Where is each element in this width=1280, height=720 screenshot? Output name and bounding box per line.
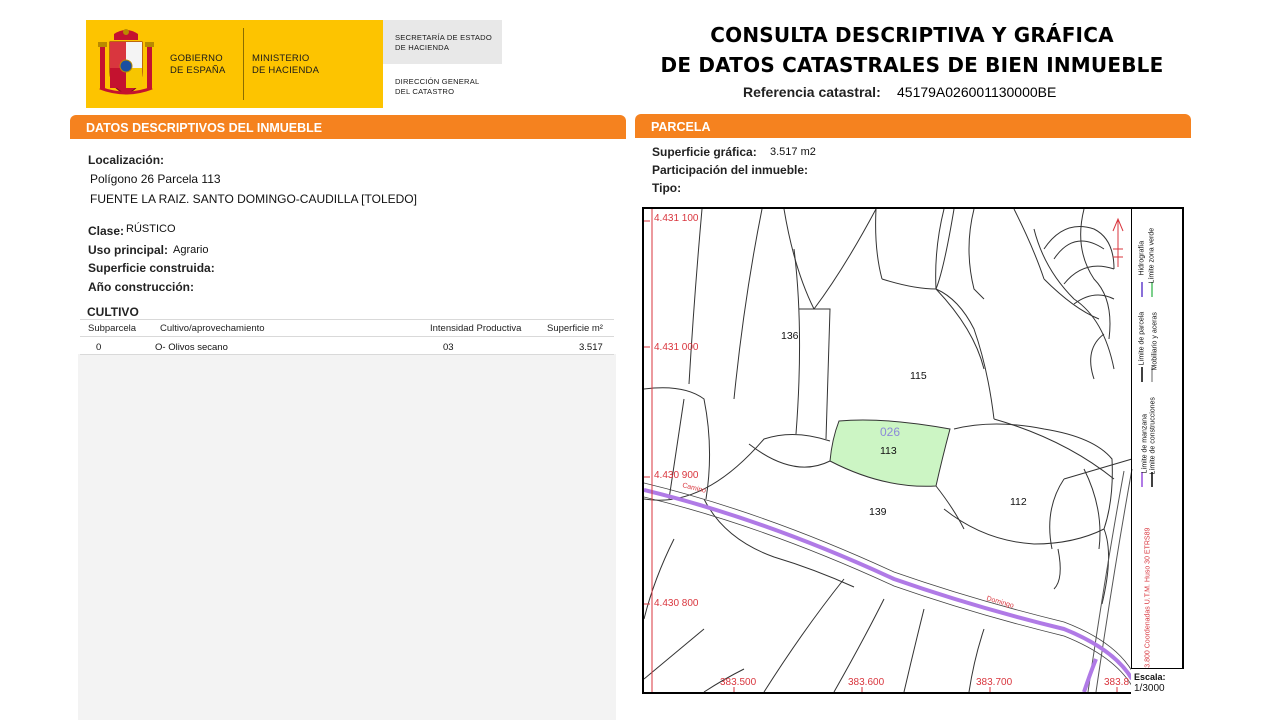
title-line2: DE DATOS CATASTRALES DE BIEN INMUEBLE bbox=[660, 53, 1164, 77]
y-coord-4: 4.430 800 bbox=[654, 598, 699, 609]
col-intensidad: Intensidad Productiva bbox=[430, 323, 522, 334]
y-coord-1: 4.431 100 bbox=[654, 213, 699, 224]
cultivo-header-rule bbox=[80, 336, 614, 337]
participacion-label: Participación del inmueble: bbox=[652, 163, 809, 177]
referencia-row: Referencia catastral: 45179A026001130000… bbox=[743, 84, 1056, 100]
localizacion-line2: FUENTE LA RAIZ. SANTO DOMINGO-CAUDILLA [… bbox=[90, 192, 417, 206]
logo-divider bbox=[243, 28, 244, 100]
section-header-parcela: PARCELA bbox=[635, 114, 1191, 138]
legend-limite-construcciones: Límite de construcciones bbox=[1149, 397, 1157, 475]
logo-gobierno-line2: DE ESPAÑA bbox=[170, 65, 226, 76]
parcel-label-113[interactable]: 113 bbox=[880, 445, 897, 457]
superficie-construida-label: Superficie construida: bbox=[88, 261, 215, 275]
section-rule-parcela bbox=[635, 136, 1191, 138]
logo-ministerio-line2: DE HACIENDA bbox=[252, 65, 320, 76]
logo-direccion-line1: DIRECCIÓN GENERAL bbox=[395, 77, 480, 86]
logo-secretaria-line1: SECRETARÍA DE ESTADO bbox=[395, 33, 492, 42]
parcel-label-112[interactable]: 112 bbox=[1010, 496, 1027, 508]
cultivo-top-rule bbox=[80, 319, 614, 320]
row-subparcela: 0 bbox=[96, 342, 102, 353]
clase-value: RÚSTICO bbox=[126, 223, 176, 235]
x-coord-2: 383.600 bbox=[848, 677, 885, 688]
tipo-label: Tipo: bbox=[652, 181, 682, 195]
legend-mobiliario: Mobiliario y aceras bbox=[1151, 312, 1159, 371]
legend-limite-manzana: Límite de manzana bbox=[1141, 413, 1149, 474]
parcel-label-139[interactable]: 139 bbox=[869, 506, 887, 518]
section-rule-datos bbox=[70, 137, 626, 139]
title-line1: CONSULTA DESCRIPTIVA Y GRÁFICA bbox=[710, 23, 1114, 47]
x-coord-1: 383.500 bbox=[720, 677, 757, 688]
x-coord-4: 383.8 bbox=[1104, 677, 1130, 688]
col-cultivo: Cultivo/aprovechamiento bbox=[160, 323, 265, 334]
legend-zona-verde: Límite zona verde bbox=[1148, 227, 1156, 284]
uso-principal-value: Agrario bbox=[173, 244, 209, 256]
camino-road bbox=[644, 488, 1134, 681]
cultivo-title: CULTIVO bbox=[87, 305, 139, 319]
legend-limite-parcela: Límite de parcela bbox=[1138, 311, 1146, 366]
clase-label: Clase: bbox=[88, 224, 125, 238]
y-coord-3: 4.430 900 bbox=[654, 470, 699, 481]
row-superficie: 3.517 bbox=[579, 342, 603, 353]
logo-direccion-line2: DEL CATASTRO bbox=[395, 87, 455, 96]
gobierno-logo: GOBIERNO DE ESPAÑA MINISTERIO DE HACIEND… bbox=[86, 20, 502, 108]
uso-principal-label: Uso principal: bbox=[88, 243, 169, 257]
escala-label: Escala: bbox=[1134, 672, 1166, 682]
cadastral-map[interactable]: 4.431 100 4.431 000 4.430 900 4.430 800 … bbox=[642, 207, 1184, 694]
escala-value: 1/3000 bbox=[1134, 683, 1165, 694]
poligono-label: 026 bbox=[880, 425, 901, 439]
logo-secretaria-line2: DE HACIENDA bbox=[395, 43, 450, 52]
col-superficie: Superficie m² bbox=[547, 323, 603, 334]
scale-box: Escala: 1/3000 bbox=[1131, 668, 1184, 694]
cultivo-empty-area bbox=[78, 354, 616, 720]
row-intensidad: 03 bbox=[443, 342, 454, 353]
parcel-label-136[interactable]: 136 bbox=[781, 330, 799, 342]
localizacion-label: Localización: bbox=[88, 153, 165, 167]
row-cultivo: O- Olivos secano bbox=[155, 342, 228, 353]
legend-coordenadas: 383.800 Coordenadas U.T.M. Huso 30 ETRS8… bbox=[1144, 527, 1152, 676]
y-coord-2: 4.431 000 bbox=[654, 342, 699, 353]
cultivo-row-rule bbox=[80, 354, 614, 355]
north-arrow-icon bbox=[1112, 217, 1124, 267]
referencia-value[interactable]: 45179A026001130000BE bbox=[897, 84, 1056, 100]
map-legend: Hidrografía Límite zona verde Límite de … bbox=[1131, 207, 1184, 694]
legend-symbols bbox=[1141, 282, 1153, 487]
superficie-grafica-label: Superficie gráfica: bbox=[652, 145, 757, 159]
section-header-datos: DATOS DESCRIPTIVOS DEL INMUEBLE bbox=[70, 115, 626, 139]
legend-hidrografia: Hidrografía bbox=[1138, 240, 1146, 276]
anio-construccion-label: Año construcción: bbox=[88, 280, 195, 294]
logo-gobierno-line1: GOBIERNO bbox=[170, 53, 223, 64]
coat-of-arms-icon bbox=[98, 29, 154, 95]
x-coord-3: 383.700 bbox=[976, 677, 1013, 688]
col-subparcela: Subparcela bbox=[88, 323, 137, 334]
parcel-label-115[interactable]: 115 bbox=[910, 370, 927, 382]
localizacion-line1: Polígono 26 Parcela 113 bbox=[90, 172, 221, 186]
map-drawing bbox=[644, 209, 1134, 692]
logo-ministerio-line1: MINISTERIO bbox=[252, 53, 310, 64]
document-title: CONSULTA DESCRIPTIVA Y GRÁFICA DE DATOS … bbox=[640, 20, 1184, 80]
referencia-label: Referencia catastral: bbox=[743, 84, 881, 100]
superficie-grafica-value: 3.517 m2 bbox=[770, 146, 816, 158]
